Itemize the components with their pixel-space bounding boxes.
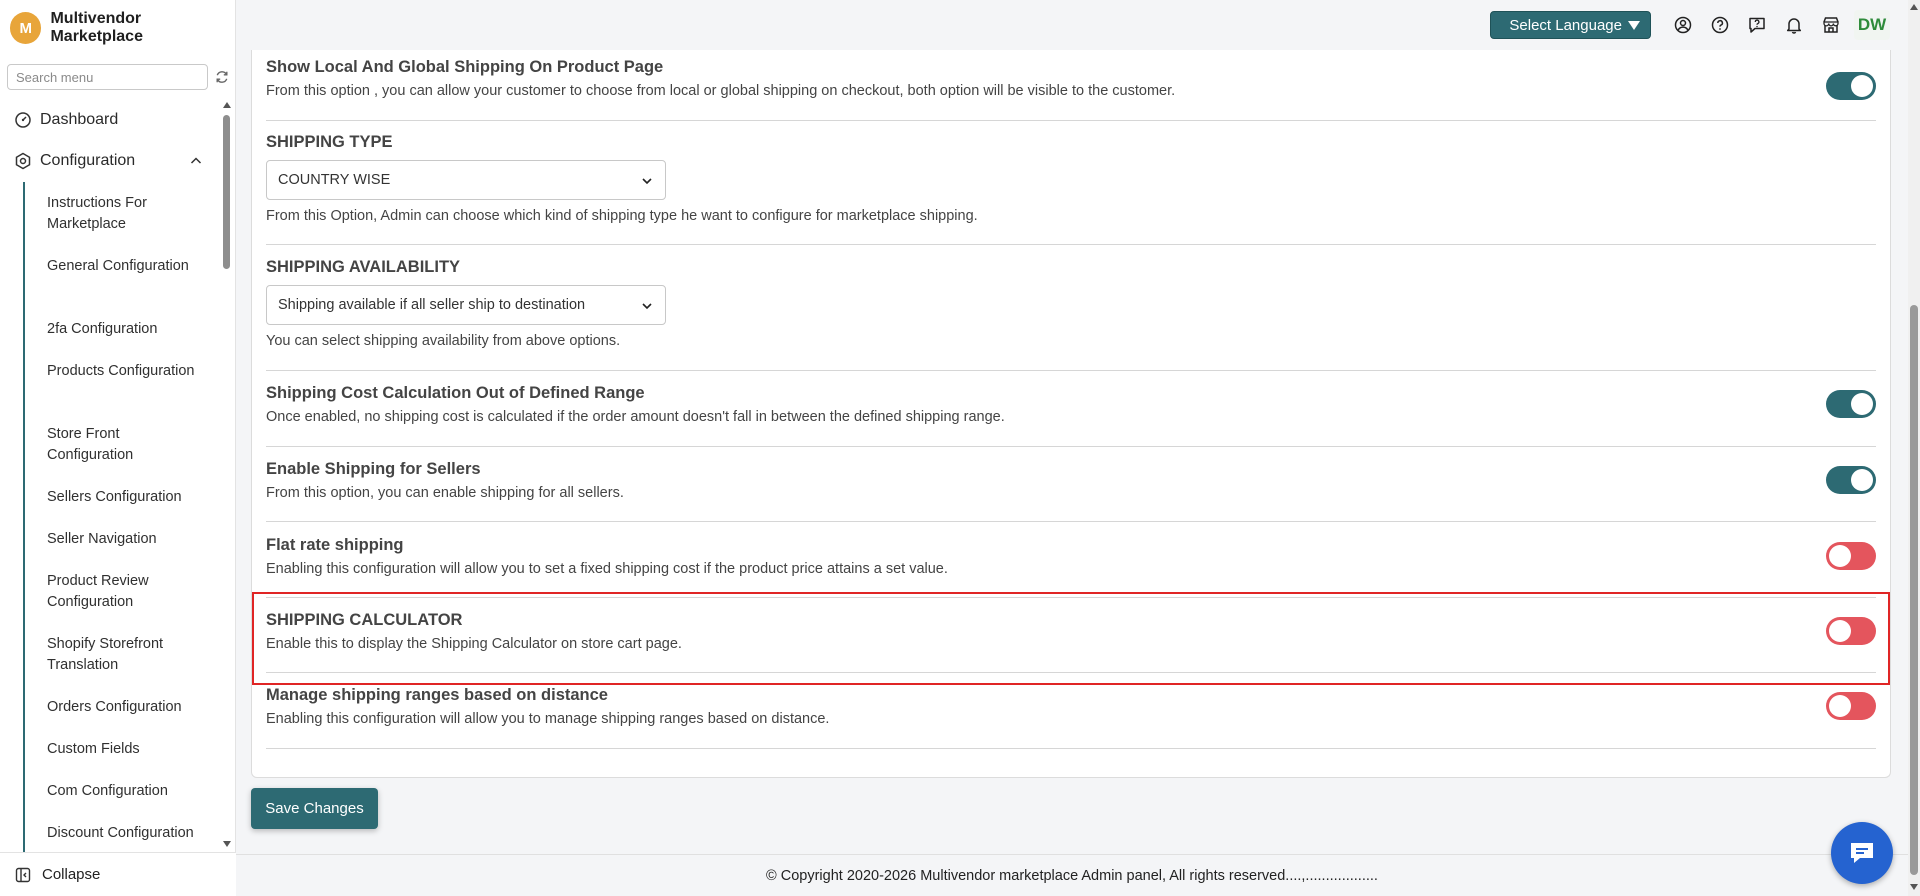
setting-description: From this option, you can enable shippin… [266,485,624,501]
user-circle-icon[interactable] [1674,16,1692,34]
toggle-knob [1851,469,1873,491]
flat-rate-toggle[interactable] [1826,542,1876,570]
dashboard-gauge-icon [15,112,31,128]
brand-logo: M [10,12,42,44]
collapse-label: Collapse [42,866,101,883]
submenu-item[interactable]: Product Review Configuration [47,571,207,613]
sidebar-scroll-up-arrow[interactable] [223,102,231,108]
setting-description: Enabling this configuration will allow y… [266,561,948,577]
setting-row-flat-rate: Flat rate shipping Enabling this configu… [266,536,1876,577]
support-chat-icon[interactable] [1748,16,1766,34]
page-scrollbar[interactable] [1908,0,1920,896]
submenu-item[interactable]: Instructions For Marketplace [47,193,207,235]
page-scrollbar-thumb[interactable] [1910,305,1918,875]
setting-row-shipping-availability: SHIPPING AVAILABILITY Shipping available… [266,258,1876,349]
divider [266,446,1876,447]
select-language-label: Select Language [1509,16,1622,34]
chevron-down-icon [642,178,652,185]
submenu-item[interactable]: Sellers Configuration [47,487,207,508]
configuration-submenu: Instructions For Marketplace General Con… [23,182,217,852]
collapse-panel-icon [15,867,31,882]
divider [266,370,1876,371]
chevron-down-icon [642,303,652,310]
out-of-range-toggle[interactable] [1826,390,1876,418]
help-circle-icon[interactable] [1711,16,1729,34]
shipping-type-select[interactable]: COUNTRY WISE [266,160,666,200]
page-scroll-down-arrow[interactable] [1910,884,1918,890]
sidebar-item-label: Configuration [40,152,136,169]
sidebar-item-label: Dashboard [40,111,119,128]
submenu-item[interactable]: Orders Configuration [47,697,207,718]
setting-row-out-of-range: Shipping Cost Calculation Out of Defined… [266,384,1876,425]
divider [266,748,1876,749]
setting-row-distance-ranges: Manage shipping ranges based on distance… [266,686,1876,727]
toggle-knob [1851,393,1873,415]
submenu-item[interactable]: Shopify Storefront Translation [47,634,207,676]
setting-description: You can select shipping availability fro… [266,333,621,349]
setting-description: Once enabled, no shipping cost is calcul… [266,409,1005,425]
select-language-button[interactable]: Select Language [1490,11,1651,39]
sidebar-scroll-down-arrow[interactable] [223,841,231,847]
toggle-knob [1851,75,1873,97]
divider [266,120,1876,121]
brand-name: Multivendor Marketplace [50,10,143,45]
search-menu-input[interactable] [8,65,207,89]
setting-title: Flat rate shipping [266,536,404,554]
toggle-knob [1829,545,1851,567]
setting-title: Enable Shipping for Sellers [266,460,481,478]
submenu-item[interactable]: Seller Navigation [47,529,207,550]
sidebar-scrollbar-thumb[interactable] [223,115,230,269]
divider [266,521,1876,522]
submenu-item[interactable]: Discount Configuration [47,823,207,844]
setting-description: Enabling this configuration will allow y… [266,711,830,727]
user-avatar[interactable]: DW [1854,10,1890,40]
bell-icon[interactable] [1785,16,1803,34]
submenu-item[interactable]: General Configuration [47,256,207,277]
setting-row-shipping-type: SHIPPING TYPE COUNTRY WISE From this Opt… [266,133,1876,224]
highlight-box [252,592,1890,685]
collapse-sidebar-button[interactable]: Collapse [0,852,236,896]
page-scroll-up-arrow[interactable] [1910,4,1918,10]
setting-title: Shipping Cost Calculation Out of Defined… [266,384,645,402]
setting-description: From this option , you can allow your cu… [266,83,1176,99]
enable-sellers-toggle[interactable] [1826,466,1876,494]
chat-bubble-icon [1851,843,1873,863]
select-value: COUNTRY WISE [278,172,391,188]
submenu-item[interactable]: Products Configuration [47,361,207,382]
setting-row-enable-sellers: Enable Shipping for Sellers From this op… [266,460,1876,501]
setting-row-local-global: Show Local And Global Shipping On Produc… [266,58,1876,100]
sidebar: M Multivendor Marketplace Dashboard Conf… [0,0,236,896]
setting-description: From this Option, Admin can choose which… [266,208,978,224]
toggle-knob [1829,695,1851,717]
select-value: Shipping available if all seller ship to… [278,297,586,313]
setting-title: SHIPPING TYPE [266,133,393,151]
footer: © Copyright 2020-2026 Multivendor market… [236,854,1908,896]
submenu-item[interactable]: Custom Fields [47,739,207,760]
chevron-up-icon[interactable] [190,155,202,167]
sidebar-item-dashboard[interactable]: Dashboard [14,110,204,130]
shipping-availability-select[interactable]: Shipping available if all seller ship to… [266,285,666,325]
local-global-toggle[interactable] [1826,72,1876,100]
configuration-hex-icon [15,152,31,170]
submenu-item[interactable]: Com Configuration [47,781,207,802]
setting-title: SHIPPING AVAILABILITY [266,258,461,276]
divider [266,244,1876,245]
submenu-item[interactable]: Store Front Configuration [47,424,207,466]
refresh-icon[interactable] [214,69,230,85]
distance-ranges-toggle[interactable] [1826,692,1876,720]
setting-title: Show Local And Global Shipping On Produc… [266,58,664,76]
submenu-item[interactable]: 2fa Configuration [47,319,207,340]
search-menu-field[interactable] [7,64,208,90]
sidebar-item-configuration[interactable]: Configuration [14,151,204,171]
caret-down-icon [1628,20,1640,30]
setting-title: Manage shipping ranges based on distance [266,686,608,704]
copyright-text: © Copyright 2020-2026 Multivendor market… [766,867,1378,884]
chat-widget-button[interactable] [1831,822,1893,884]
brand[interactable]: M Multivendor Marketplace [10,10,235,45]
topbar: Select Language DW [1490,10,1890,40]
store-icon[interactable] [1822,16,1840,34]
save-changes-button[interactable]: Save Changes [251,788,378,829]
